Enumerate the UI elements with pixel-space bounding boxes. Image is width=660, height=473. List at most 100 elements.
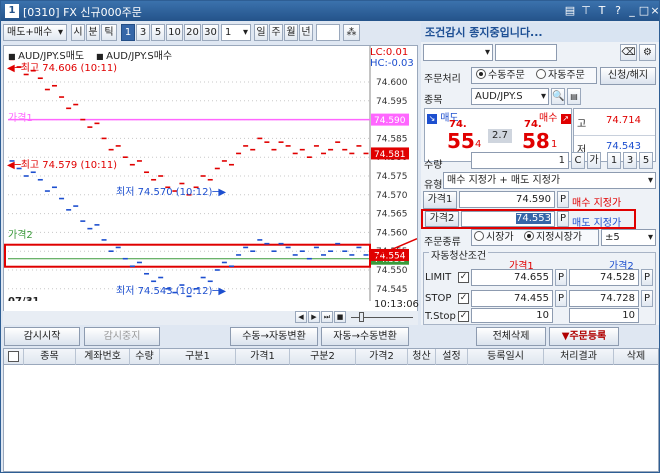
auto-order-radio[interactable]: 자동주문 [536,68,585,83]
interval-5[interactable]: 5 [151,24,165,41]
market-radio[interactable]: 시장가 [474,230,514,245]
quantity-input[interactable]: 1 [471,152,569,169]
quantity-1-button[interactable]: 1 [607,152,621,169]
price2-p-button[interactable]: P [557,211,569,227]
limit-price1-p-button[interactable]: P [555,269,567,286]
week-button[interactable]: 주 [269,24,283,41]
price2-button[interactable]: 가격2 [425,211,459,227]
quantity-5-button[interactable]: 5 [639,152,653,169]
order-window: 1 [0310] FX 신규000주문 ▤ ⊤ T ? _ □ × 매도+매수 ▾… [0,0,660,473]
col-registered-at[interactable]: 등록일시 [468,349,544,365]
type-select[interactable]: 매수 지정가 + 매도 지정가 ▾ [443,172,656,189]
period-tick[interactable]: 틱 [101,24,117,41]
sell-arrow-icon: ↘ [427,114,437,124]
scroll-end-icon[interactable]: ⏭ [321,311,333,323]
col-symbol[interactable]: 종목 [24,349,76,365]
interval-select[interactable]: 1 ▾ [221,24,251,41]
stop-price2-p-button[interactable]: P [641,290,653,307]
stop-price1-p-button[interactable]: P [555,290,567,307]
grid-select-all[interactable] [4,349,24,365]
price1-input[interactable]: 74.590 [459,191,555,208]
limit-checkbox[interactable]: ✓ [458,271,469,283]
manual-order-radio[interactable]: 수동주문 [476,68,525,83]
radio-dot [474,231,484,241]
col-type2[interactable]: 구분2 [290,349,356,365]
monitor-stop-button[interactable]: 감시중지 [84,327,160,346]
mini-icon[interactable]: ▤ [563,3,577,18]
col-price2[interactable]: 가격2 [356,349,408,365]
new-clear-button[interactable]: 신청/해지 [600,67,656,85]
stop-price2-input[interactable]: 74.728 [569,290,639,307]
font-icon[interactable]: T [595,3,609,18]
limit-price1-input[interactable]: 74.655 [471,269,553,286]
y-tick-label: 74.545 [376,285,408,295]
stop-price1-input[interactable]: 74.455 [471,290,553,307]
slippage-select[interactable]: ±5 ▾ [601,229,656,246]
scroll-next-icon[interactable]: ▶ [308,311,320,323]
quantity-3-button[interactable]: 3 [623,152,637,169]
gear-icon[interactable]: ⚙ [639,44,656,61]
col-delete[interactable]: 삭제 [614,349,658,365]
tstop-checkbox[interactable]: ✓ [458,310,469,322]
interval-1[interactable]: 1 [121,24,135,41]
monitor-start-button[interactable]: 감시시작 [4,327,80,346]
low-value: 74.543 [606,141,641,152]
help-icon[interactable]: ? [611,3,625,18]
price1-line-label: 가격1 [8,113,33,124]
delete-all-button[interactable]: 전체삭제 [476,327,546,346]
chart-settings-icon[interactable]: ⁂ [343,24,360,41]
quantity-clear-button[interactable]: C [571,152,585,169]
col-result[interactable]: 처리결과 [544,349,614,365]
col-setting[interactable]: 설정 [436,349,468,365]
interval-3[interactable]: 3 [136,24,150,41]
price-chart-svg: 74.60074.59574.59074.58574.58074.57574.5… [4,46,417,309]
count-input[interactable] [316,24,340,41]
order-panel: 조건감시 종지중입니다... ▾ ⌫ ⚙ 주문처리 수동주문 자동주문 신청/해… [421,23,659,325]
year-button[interactable]: 년 [299,24,313,41]
symbol-select[interactable]: AUD/JPY.S ▾ [471,88,549,105]
tstop-price2-input[interactable]: 10 [569,308,639,323]
tstop-price1-input[interactable]: 10 [471,308,553,323]
y-tick-label: 74.560 [376,228,408,238]
condition-input[interactable] [495,44,557,61]
period-min-hour[interactable]: 시 [71,24,85,41]
price1-p-button[interactable]: P [557,191,569,208]
price2-input[interactable]: 74.553 [461,211,555,227]
quantity-possible-button[interactable]: 가 [587,152,601,169]
stop-icon[interactable]: ■ [334,311,346,323]
stop-checkbox[interactable]: ✓ [458,292,469,304]
price2-value: 74.553 [516,213,551,224]
col-clear[interactable]: 청산 [408,349,436,365]
zoom-slider-thumb[interactable] [359,312,364,322]
price1-description: 매수 지정가 [572,198,622,209]
col-price1[interactable]: 가격1 [236,349,290,365]
interval-20[interactable]: 20 [184,24,201,41]
interval-10[interactable]: 10 [166,24,183,41]
col-account[interactable]: 계좌번호 [76,349,130,365]
search-icon[interactable]: 🔍 [551,88,565,105]
eraser-icon[interactable]: ⌫ [620,44,637,61]
type-label: 유형 [424,180,443,191]
order-grid: 종목 계좌번호 수량 구분1 가격1 구분2 가격2 청산 설정 등록일시 처리… [3,348,659,472]
side-select[interactable]: 매도+매수 ▾ [3,24,67,41]
symbol-list-icon[interactable]: ▤ [567,88,581,105]
pin-icon[interactable]: ⊤ [579,3,593,18]
price1-button[interactable]: 가격1 [423,191,457,209]
limit-price2-p-button[interactable]: P [641,269,653,286]
interval-30[interactable]: 30 [202,24,219,41]
manual-to-auto-button[interactable]: 수동→자동변환 [230,327,318,346]
price-chart[interactable]: 74.60074.59574.59074.58574.58074.57574.5… [3,45,418,310]
register-order-button[interactable]: ▼주문등록 [549,327,619,346]
limit-price2-input[interactable]: 74.528 [569,269,639,286]
period-minute[interactable]: 분 [86,24,100,41]
limit-market-radio[interactable]: 지정시장가 [524,230,582,245]
scroll-first-icon[interactable]: ◀ [295,311,307,323]
col-quantity[interactable]: 수량 [130,349,160,365]
close-icon[interactable]: × [648,3,660,18]
day-button[interactable]: 일 [254,24,268,41]
auto-to-manual-button[interactable]: 자동→수동변환 [321,327,409,346]
condition-select[interactable]: ▾ [423,44,493,61]
month-button[interactable]: 월 [284,24,298,41]
annotation-high-1-text: 최고 74.606 (10:11) [20,63,118,74]
col-type1[interactable]: 구분1 [160,349,236,365]
